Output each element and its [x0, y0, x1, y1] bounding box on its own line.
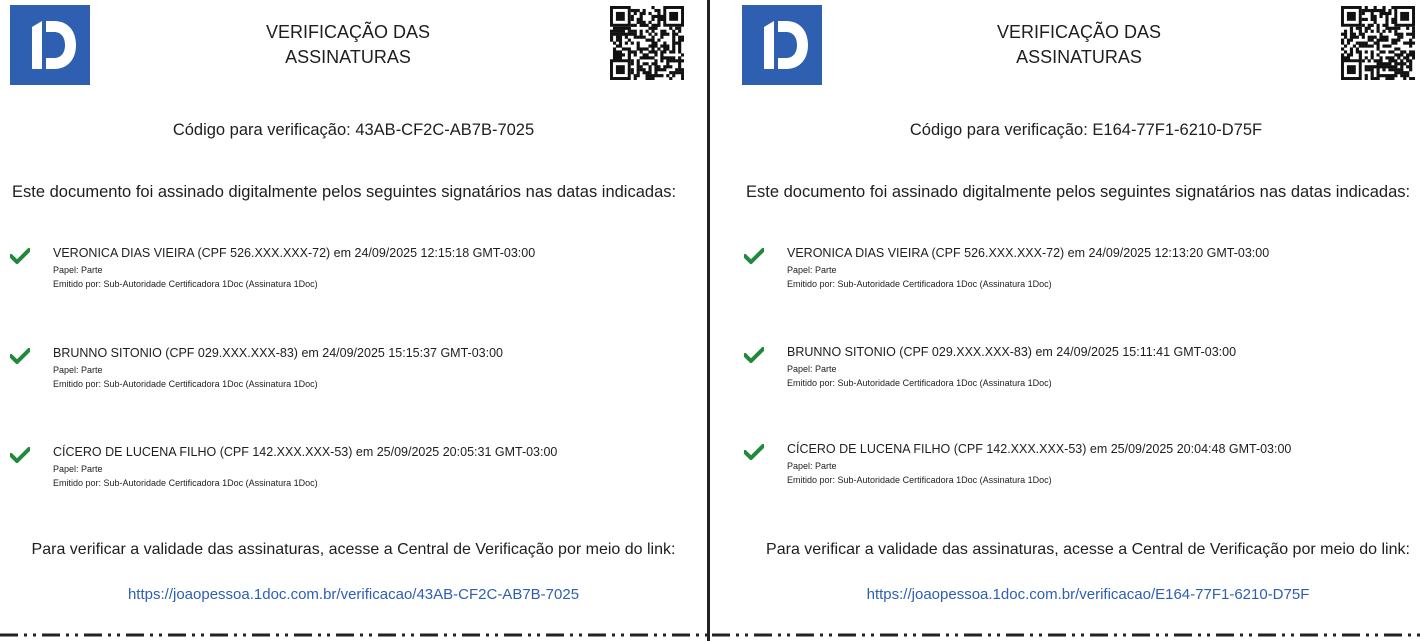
verify-instructions: Para verificar a validade das assinatura… — [31, 541, 676, 558]
signer-role: Papel: Parte — [53, 464, 103, 474]
page-title: VERIFICAÇÃO DAS ASSINATURAS — [949, 20, 1209, 70]
signer-role: Papel: Parte — [53, 265, 103, 275]
signer-role: Papel: Parte — [53, 365, 103, 375]
signer-name: BRUNNO SITONIO (CPF 029.XXX.XXX-83) em 2… — [787, 345, 1237, 359]
check-icon — [744, 248, 764, 264]
verification-page-2: VERIFICAÇÃO DAS ASSINATURAS Código para … — [712, 0, 1420, 641]
signer-role: Papel: Parte — [787, 364, 837, 374]
signer-issuer: Emitido por: Sub-Autoridade Certificador… — [53, 279, 318, 289]
signer-name: BRUNNO SITONIO (CPF 029.XXX.XXX-83) em 2… — [53, 346, 503, 360]
signer-name: VERONICA DIAS VIEIRA (CPF 526.XXX.XXX-72… — [787, 246, 1270, 260]
signer-issuer: Emitido por: Sub-Autoridade Certificador… — [53, 478, 318, 488]
intro-text: Este documento foi assinado digitalmente… — [12, 183, 677, 201]
1doc-logo — [742, 5, 822, 85]
signer-name: CÍCERO DE LUCENA FILHO (CPF 142.XXX.XXX-… — [787, 442, 1292, 456]
verification-code: Código para verificação: 43AB-CF2C-AB7B-… — [172, 121, 535, 139]
signer-name: VERONICA DIAS VIEIRA (CPF 526.XXX.XXX-72… — [53, 246, 536, 260]
title-line-1: VERIFICAÇÃO DAS — [996, 22, 1162, 42]
title-line-1: VERIFICAÇÃO DAS — [265, 22, 431, 42]
signer-issuer: Emitido por: Sub-Autoridade Certificador… — [787, 378, 1052, 388]
check-icon — [744, 444, 764, 460]
verify-instructions: Para verificar a validade das assinatura… — [766, 541, 1410, 558]
verification-page-1: VERIFICAÇÃO DAS ASSINATURAS Código para … — [0, 0, 707, 641]
qr-code-icon — [1341, 6, 1416, 81]
check-icon — [744, 347, 764, 363]
signer-issuer: Emitido por: Sub-Autoridade Certificador… — [53, 379, 318, 389]
signer-role: Papel: Parte — [787, 265, 837, 275]
check-icon — [10, 348, 30, 364]
cut-line — [0, 633, 707, 637]
signer-name: CÍCERO DE LUCENA FILHO (CPF 142.XXX.XXX-… — [53, 445, 558, 459]
signer-role: Papel: Parte — [787, 461, 837, 471]
title-line-2: ASSINATURAS — [1016, 47, 1142, 67]
verification-link[interactable]: https://joaopessoa.1doc.com.br/verificac… — [734, 586, 1420, 603]
cut-line — [712, 633, 1420, 637]
verification-code: Código para verificação: E164-77F1-6210-… — [909, 121, 1263, 139]
page-divider — [707, 0, 710, 641]
title-line-2: ASSINATURAS — [285, 47, 411, 67]
intro-text: Este documento foi assinado digitalmente… — [746, 183, 1411, 201]
signer-issuer: Emitido por: Sub-Autoridade Certificador… — [787, 279, 1052, 289]
check-icon — [10, 248, 30, 264]
check-icon — [10, 447, 30, 463]
1doc-logo — [10, 5, 90, 85]
verification-link[interactable]: https://joaopessoa.1doc.com.br/verificac… — [0, 586, 707, 603]
qr-code-icon — [610, 6, 685, 81]
page-title: VERIFICAÇÃO DAS ASSINATURAS — [218, 20, 478, 70]
signer-issuer: Emitido por: Sub-Autoridade Certificador… — [787, 475, 1052, 485]
